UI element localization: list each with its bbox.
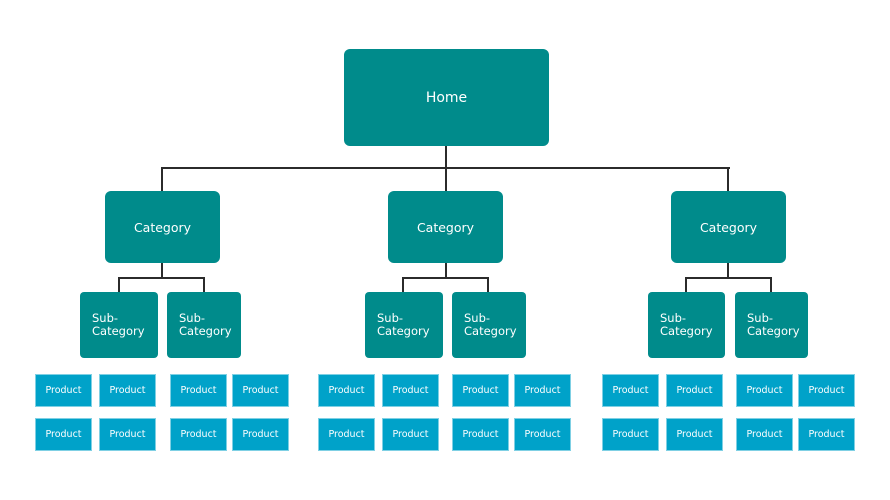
connector-category-2-down [445, 263, 447, 278]
connector-sub-3-1 [685, 277, 687, 292]
home-node: Home [344, 49, 549, 146]
product-node: Product [99, 374, 156, 407]
product-node: Product [170, 418, 227, 451]
connector-sub-2-1 [402, 277, 404, 292]
product-node: Product [736, 374, 793, 407]
connector-category-3-bus [685, 277, 772, 279]
connector-to-category-1 [161, 167, 163, 191]
product-node: Product [514, 418, 571, 451]
product-node: Product [382, 418, 439, 451]
category-node-2: Category [388, 191, 503, 263]
subcategory-node-1-2: Sub- Category [167, 292, 241, 358]
product-node: Product [35, 374, 92, 407]
site-hierarchy-diagram: Home Category Category Category Sub- Cat… [0, 0, 890, 500]
connector-sub-1-1 [118, 277, 120, 292]
connector-to-category-2 [445, 167, 447, 191]
category-node-1: Category [105, 191, 220, 263]
subcategory-node-2-1: Sub- Category [365, 292, 443, 358]
connector-sub-1-2 [203, 277, 205, 292]
product-node: Product [602, 374, 659, 407]
product-node: Product [666, 418, 723, 451]
product-node: Product [514, 374, 571, 407]
product-node: Product [170, 374, 227, 407]
category-node-3: Category [671, 191, 786, 263]
connector-category-3-down [727, 263, 729, 278]
product-node: Product [452, 374, 509, 407]
connector-home-down [445, 146, 447, 169]
subcategory-node-1-1: Sub- Category [80, 292, 158, 358]
product-node: Product [232, 374, 289, 407]
subcategory-node-3-1: Sub- Category [648, 292, 725, 358]
product-node: Product [232, 418, 289, 451]
connector-sub-3-2 [770, 277, 772, 292]
product-node: Product [798, 374, 855, 407]
product-node: Product [318, 418, 375, 451]
product-node: Product [99, 418, 156, 451]
product-node: Product [35, 418, 92, 451]
connector-category-2-bus [402, 277, 489, 279]
product-node: Product [382, 374, 439, 407]
subcategory-node-3-2: Sub- Category [735, 292, 808, 358]
product-node: Product [798, 418, 855, 451]
connector-category-1-bus [118, 277, 205, 279]
product-node: Product [452, 418, 509, 451]
product-node: Product [666, 374, 723, 407]
subcategory-node-2-2: Sub- Category [452, 292, 526, 358]
product-node: Product [602, 418, 659, 451]
connector-category-1-down [161, 263, 163, 278]
connector-to-category-3 [727, 167, 729, 191]
connector-sub-2-2 [487, 277, 489, 292]
product-node: Product [318, 374, 375, 407]
product-node: Product [736, 418, 793, 451]
